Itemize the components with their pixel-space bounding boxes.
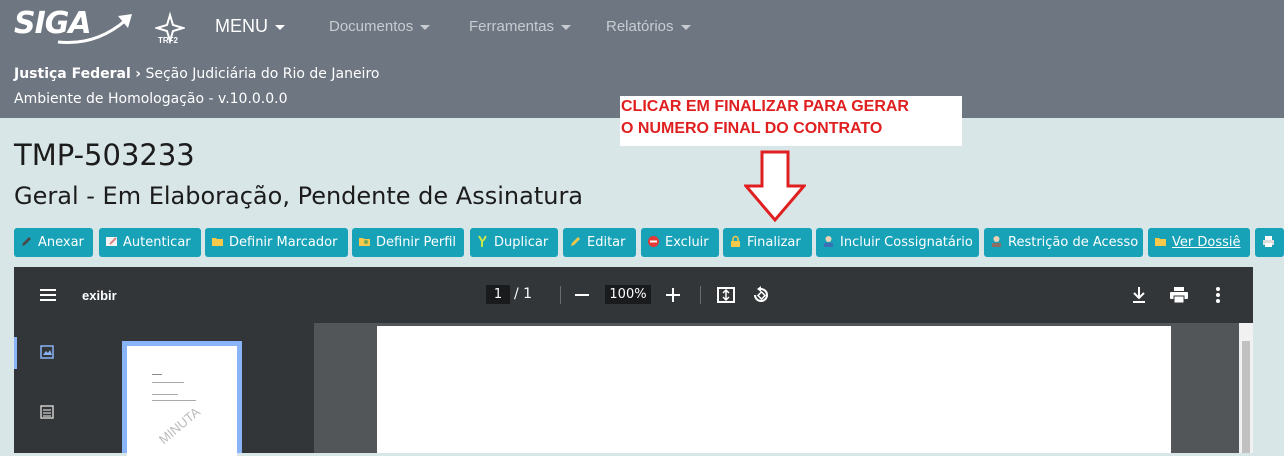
restricao-de-acesso-label: Restrição de Acesso [1008, 235, 1139, 250]
printer-icon [1263, 236, 1274, 247]
pdf-file-name: exibir [82, 288, 117, 303]
document-id: TMP-503233 [14, 138, 195, 172]
trf2-label: TRF2 [158, 36, 178, 45]
folder-user-icon [359, 238, 370, 246]
vertical-scrollbar[interactable] [1239, 323, 1253, 453]
editar-label: Editar [587, 235, 626, 250]
nav-ferramentas-label: Ferramentas [469, 18, 555, 35]
definir-perfil-button[interactable]: Definir Perfil [352, 228, 464, 257]
thumbnail-page: MINUTA [127, 346, 237, 456]
page-number-input[interactable]: 1 [486, 285, 510, 304]
annotation-line-2: O NUMERO FINAL DO CONTRATO [621, 120, 883, 137]
chevron-down-icon [680, 24, 691, 30]
rotate-icon[interactable] [752, 286, 770, 304]
finalizar-label: Finalizar [747, 235, 801, 250]
anexar-label: Anexar [38, 235, 84, 250]
nav-relatorios-label: Relatórios [606, 18, 674, 35]
pencil-icon [22, 237, 31, 246]
divider [700, 286, 701, 304]
pdf-viewer-toolbar: exibir 1 / 1 100% [14, 267, 1253, 323]
folder-open-icon [1155, 238, 1166, 246]
lock-icon [731, 235, 740, 247]
breadcrumb-current: Seção Judiciária do Rio de Janeiro [145, 66, 380, 82]
annotation-line-1: CLICAR EM FINALIZAR PARA GERAR [621, 98, 909, 115]
editar-button[interactable]: Editar [563, 228, 636, 257]
ver-dossie-button[interactable]: Ver Dossiê [1148, 228, 1250, 257]
document-status: Geral - Em Elaboração, Pendente de Assin… [14, 182, 584, 210]
duplicar-button[interactable]: Duplicar [470, 228, 558, 257]
definir-marcador-button[interactable]: Definir Marcador [205, 228, 348, 257]
chevron-down-icon [420, 24, 431, 30]
logo-arrow-icon [57, 14, 132, 45]
thumbnails-icon[interactable] [40, 345, 54, 359]
thumbnail-watermark: MINUTA [155, 404, 203, 447]
zoom-out-icon[interactable] [575, 294, 589, 296]
incluir-cossignatario-button[interactable]: Incluir Cossignatário [816, 228, 979, 257]
breadcrumb-separator-icon: › [135, 66, 142, 82]
definir-perfil-label: Definir Perfil [376, 235, 457, 250]
outline-icon[interactable] [40, 405, 54, 419]
delete-icon [648, 236, 659, 247]
stamp-icon [106, 237, 117, 246]
autenticar-button[interactable]: Autenticar [99, 228, 201, 257]
finalizar-button[interactable]: Finalizar [723, 228, 812, 257]
restricao-de-acesso-button[interactable]: Restrição de Acesso [984, 228, 1143, 257]
chevron-down-icon [561, 24, 572, 30]
ver-dossie-label: Ver Dossiê [1172, 235, 1241, 250]
excluir-label: Excluir [665, 235, 709, 250]
pdf-page [377, 326, 1171, 453]
zoom-level-input[interactable]: 100% [605, 285, 651, 304]
print-icon[interactable] [1170, 287, 1188, 303]
scrollbar-thumb[interactable] [1242, 341, 1250, 453]
duplicar-label: Duplicar [494, 235, 549, 250]
annotation-note: CLICAR EM FINALIZAR PARA GERAR O NUMERO … [620, 96, 962, 146]
download-icon[interactable] [1131, 286, 1147, 304]
breadcrumb-root[interactable]: Justiça Federal [14, 66, 131, 82]
fit-page-icon[interactable] [717, 287, 735, 303]
page-total-value: 1 [523, 286, 533, 302]
sidebar-active-indicator [14, 337, 17, 369]
breadcrumb: Justiça Federal › Seção Judiciária do Ri… [14, 66, 379, 82]
page-total: / 1 [514, 286, 533, 302]
incluir-cossignatario-label: Incluir Cossignatário [840, 235, 973, 250]
nav-documentos-label: Documentos [329, 18, 414, 35]
anexar-button[interactable]: Anexar [14, 228, 93, 257]
autenticar-label: Autenticar [123, 235, 191, 250]
hamburger-menu-icon[interactable] [40, 288, 56, 302]
pencil-icon [571, 237, 580, 246]
page-thumbnail[interactable]: MINUTA [122, 341, 242, 456]
nav-relatorios[interactable]: Relatórios [606, 18, 691, 35]
menu-dropdown[interactable]: MENU [215, 16, 285, 37]
divider [560, 286, 561, 304]
environment-label: Ambiente de Homologação - v.10.0.0.0 [14, 91, 288, 107]
folder-icon [212, 238, 223, 246]
duplicate-icon [478, 235, 487, 247]
pdf-sidebar: MINUTA [14, 323, 314, 456]
chevron-down-icon [275, 24, 285, 30]
print-button[interactable] [1255, 228, 1284, 257]
excluir-button[interactable]: Excluir [641, 228, 719, 257]
user-add-icon [824, 236, 833, 247]
menu-label: MENU [215, 16, 268, 36]
more-options-icon[interactable] [1216, 287, 1220, 303]
nav-ferramentas[interactable]: Ferramentas [469, 18, 572, 35]
definir-marcador-label: Definir Marcador [229, 235, 338, 250]
pdf-viewer: exibir 1 / 1 100% MINUTA [14, 267, 1253, 456]
zoom-in-icon[interactable] [666, 288, 680, 302]
nav-documentos[interactable]: Documentos [329, 18, 431, 35]
user-lock-icon [992, 236, 1001, 247]
annotation-arrow-icon [744, 150, 806, 223]
